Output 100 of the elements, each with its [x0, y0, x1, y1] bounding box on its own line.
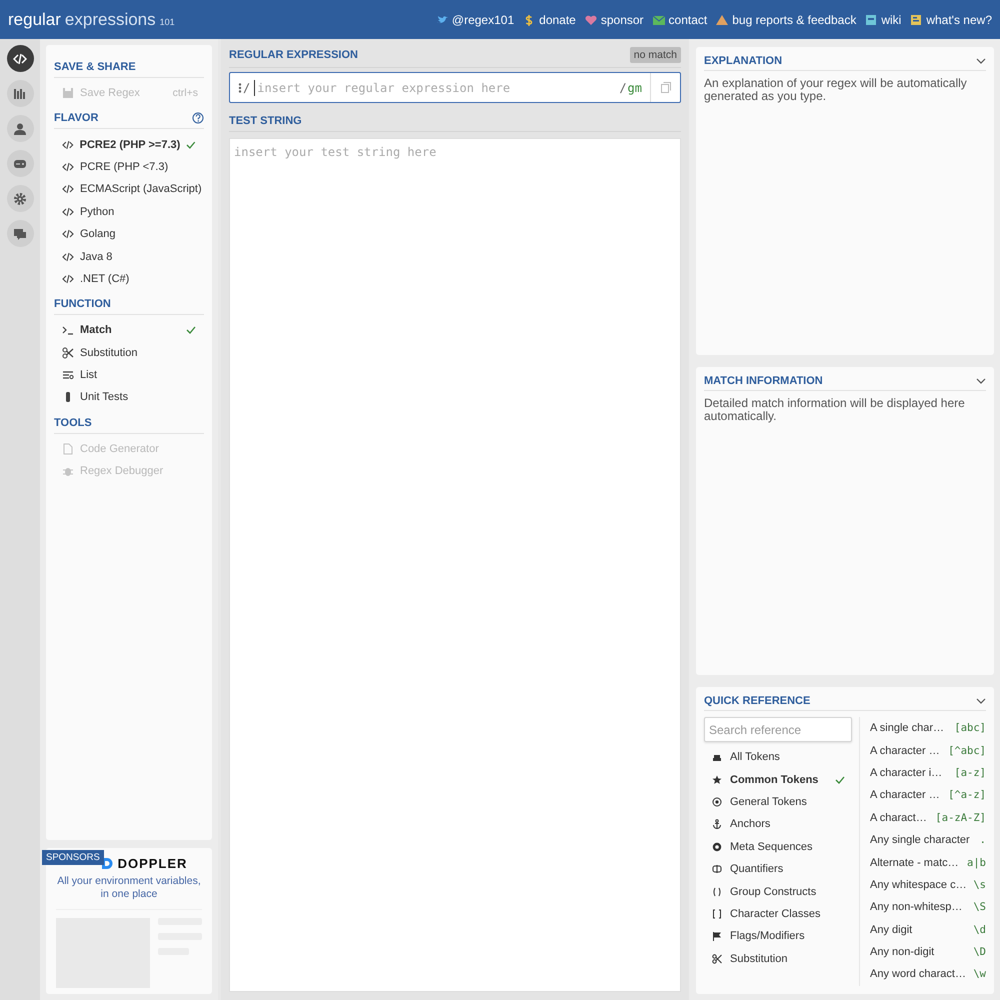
floppy-icon — [62, 87, 74, 100]
menu-item[interactable]: Java 8 — [54, 245, 204, 268]
token-description[interactable]: Any single character — [870, 834, 970, 846]
menu-item[interactable]: List — [54, 364, 204, 386]
token-description[interactable]: Any non-digit — [870, 946, 934, 958]
section-title: FUNCTION — [54, 298, 111, 310]
nav-link[interactable]: what's new? — [910, 12, 992, 26]
heart-icon — [584, 14, 597, 26]
tagline[interactable]: All your environment variables, in one place — [56, 875, 202, 902]
token-description[interactable]: A charact… — [870, 812, 927, 824]
nav-link[interactable]: donate — [523, 12, 576, 26]
menu-item[interactable]: .NET (C#) — [54, 268, 204, 290]
menu-item[interactable]: PCRE2 (PHP >=7.3) — [54, 133, 204, 156]
nav-link[interactable]: bug reports & feedback — [716, 12, 856, 26]
token-code: [^a-z] — [948, 789, 986, 802]
token-description[interactable]: Alternate - matc… — [870, 856, 959, 869]
bird-icon — [436, 14, 448, 26]
code-icon — [62, 138, 74, 151]
code-icon — [13, 52, 27, 66]
rail-button[interactable] — [6, 185, 34, 212]
menu-item[interactable]: PCRE (PHP <7.3) — [54, 156, 204, 178]
regex-bar[interactable]: / insert your regular expression here /gm — [229, 72, 681, 103]
category-item[interactable]: Flags/Modifiers — [704, 925, 853, 948]
rail-button[interactable] — [6, 115, 34, 142]
token-code: [abc] — [954, 722, 986, 734]
token-description[interactable]: A single char… — [870, 722, 944, 734]
chevron-icon — [976, 698, 986, 704]
category-item[interactable]: Common Tokens — [704, 768, 853, 791]
logo-text: expressions — [64, 10, 156, 30]
rail-button[interactable] — [6, 80, 34, 107]
shortcut-label: ctrl+s — [172, 87, 199, 100]
logo-text[interactable]: regular — [8, 10, 61, 30]
copy-icon — [660, 82, 670, 93]
search-field[interactable]: Search reference — [704, 717, 852, 742]
category-item[interactable]: All Tokens — [704, 746, 853, 768]
section-title: TOOLS — [54, 416, 92, 429]
category-item[interactable]: Anchors — [704, 813, 853, 836]
notes-icon — [910, 14, 922, 26]
file-icon — [62, 442, 74, 455]
category-item[interactable]: Quantifiers — [704, 858, 853, 880]
section-title: EXPLANATION — [704, 55, 782, 67]
brand-name[interactable]: DOPPLER — [118, 856, 188, 871]
chat-icon — [13, 226, 27, 240]
nav-link[interactable]: @regex101 — [436, 12, 514, 26]
menu-item[interactable]: ECMAScript (JavaScript) — [54, 178, 204, 201]
scissors-icon — [62, 346, 74, 359]
bug-icon — [62, 465, 74, 478]
token-code: \D — [973, 946, 986, 958]
section-title: REGULAR EXPRESSION — [229, 49, 358, 61]
chevron-icon — [976, 58, 986, 64]
code-icon — [62, 160, 74, 173]
logo-icon — [100, 857, 114, 870]
rail-button[interactable] — [6, 150, 34, 177]
code-icon — [62, 250, 74, 263]
drag-handle-icon — [238, 82, 242, 92]
check-icon — [186, 326, 196, 334]
token-code: [a-z] — [954, 766, 986, 779]
section-title: FLAVOR — [54, 112, 98, 124]
rail-button[interactable] — [6, 220, 34, 247]
category-item[interactable]: Character Classes — [704, 902, 853, 926]
menu-item[interactable]: Match — [54, 319, 204, 342]
category-item[interactable]: Substitution — [704, 948, 853, 970]
token-code: [^abc] — [948, 744, 986, 757]
code-icon — [62, 272, 74, 285]
token-description[interactable]: A character i… — [870, 766, 942, 779]
chevron-icon — [976, 378, 986, 384]
token-description[interactable]: Any whitespace c… — [870, 878, 967, 891]
stack-icon — [712, 752, 722, 762]
menu-item[interactable]: Substitution — [54, 342, 204, 364]
user-icon — [13, 122, 27, 136]
token-description[interactable]: Any digit — [870, 924, 912, 936]
token-code: \w — [973, 968, 986, 980]
section-title: SAVE & SHARE — [54, 61, 136, 73]
menu-item[interactable]: Golang — [54, 222, 204, 246]
category-item[interactable]: General Tokens — [704, 790, 853, 814]
token-description[interactable]: A character … — [870, 789, 940, 802]
nav-link[interactable]: contact — [652, 12, 708, 26]
menu-item[interactable]: Python — [54, 200, 204, 223]
target-icon — [712, 796, 722, 807]
sponsor-badge: SPONSORS — [42, 850, 104, 865]
test-string-field[interactable]: insert your test string here — [229, 138, 681, 992]
token-code: \d — [973, 924, 986, 936]
token-code: [a-zA-Z] — [935, 812, 986, 824]
category-item[interactable]: Meta Sequences — [704, 836, 853, 858]
rail-button[interactable] — [6, 45, 34, 72]
token-description[interactable]: Any non-whitesp… — [870, 901, 962, 914]
code-icon — [62, 228, 74, 240]
category-item[interactable]: Group Constructs — [704, 880, 853, 903]
code-icon — [62, 183, 74, 196]
nav-link[interactable]: sponsor — [584, 12, 644, 26]
token-description[interactable]: Any word charact… — [870, 968, 966, 980]
star-icon — [712, 774, 722, 785]
section-title: TEST STRING — [229, 115, 302, 127]
check-icon — [186, 140, 196, 149]
nav-link[interactable]: wiki — [865, 12, 902, 26]
flags-label[interactable]: gm — [628, 80, 642, 94]
token-code: \S — [973, 901, 986, 914]
terminal-icon — [62, 324, 74, 336]
token-description[interactable]: A character … — [870, 744, 940, 757]
menu-item[interactable]: Unit Tests — [54, 386, 204, 409]
